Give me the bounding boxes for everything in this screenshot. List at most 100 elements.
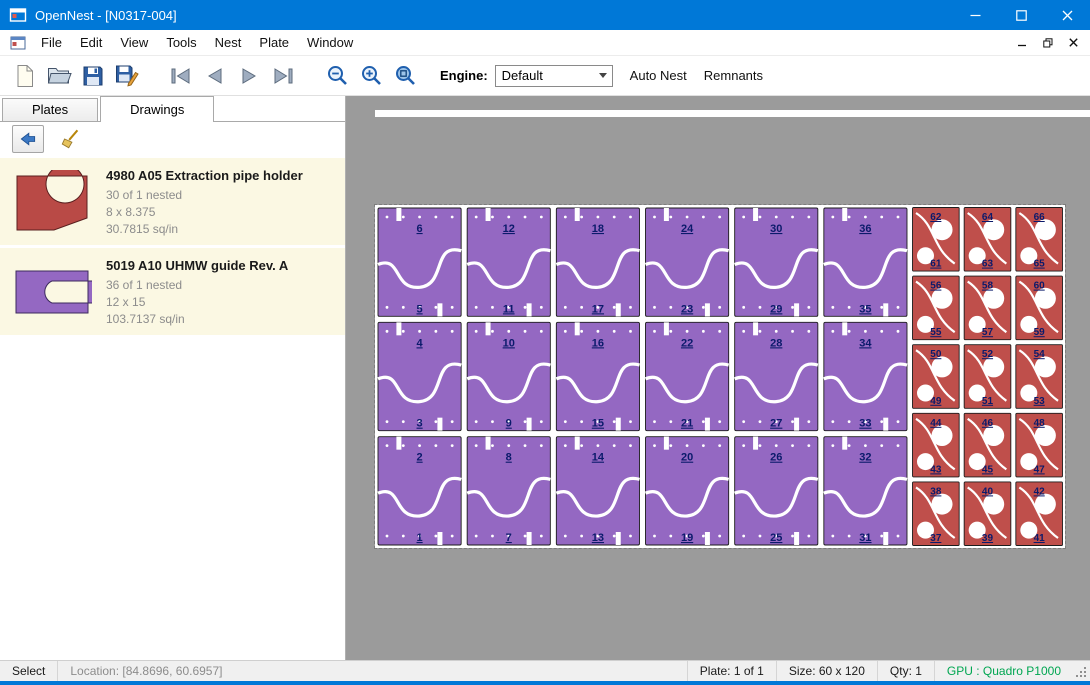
engine-select[interactable]: Default: [495, 65, 613, 87]
menu-item-plate[interactable]: Plate: [250, 35, 298, 50]
nested-guide-pair[interactable]: 2423: [646, 208, 729, 316]
nested-holder-pair[interactable]: 5655: [913, 276, 960, 340]
nested-holder-pair[interactable]: 6665: [1016, 208, 1063, 272]
floppy-pencil-icon: [115, 64, 139, 87]
nested-guide-pair[interactable]: 43: [378, 322, 461, 430]
send-to-nest-button[interactable]: [12, 125, 44, 153]
menu-item-view[interactable]: View: [111, 35, 157, 50]
nested-holder-pair[interactable]: 5857: [964, 276, 1011, 340]
part-number: 9: [506, 418, 512, 430]
drawing-item[interactable]: 5019 A10 UHMW guide Rev. A 36 of 1 neste…: [0, 248, 345, 335]
part-number: 38: [930, 486, 942, 497]
plate[interactable]: 6512111817242330293635431091615222128273…: [375, 205, 1065, 548]
nav-last-button[interactable]: [266, 60, 300, 92]
nested-guide-pair[interactable]: 2019: [646, 437, 729, 545]
nested-holder-pair[interactable]: 6463: [964, 208, 1011, 272]
nested-guide-pair[interactable]: 65: [378, 208, 461, 316]
part-number: 59: [1034, 327, 1046, 338]
nested-holder-pair[interactable]: 4039: [964, 482, 1011, 546]
minimize-button[interactable]: [952, 0, 998, 30]
nesting-canvas[interactable]: 6512111817242330293635431091615222128273…: [346, 96, 1090, 660]
close-button[interactable]: [1044, 0, 1090, 30]
status-plate: Plate: 1 of 1: [687, 661, 776, 681]
nested-holder-pair[interactable]: 4645: [964, 413, 1011, 477]
nested-guide-pair[interactable]: 1413: [556, 437, 639, 545]
nested-guide-pair[interactable]: 87: [467, 437, 550, 545]
nested-guide-pair[interactable]: 3635: [824, 208, 907, 316]
mdi-minimize-button[interactable]: [1018, 38, 1027, 47]
mdi-restore-icon: [1043, 38, 1053, 48]
clear-button[interactable]: [56, 126, 86, 152]
part-number: 58: [982, 281, 994, 292]
open-button[interactable]: [42, 60, 76, 92]
nested-holder-pair[interactable]: 60 59: [1016, 276, 1063, 340]
nav-first-button[interactable]: [164, 60, 198, 92]
menu-item-nest[interactable]: Nest: [206, 35, 251, 50]
part-number: 13: [592, 532, 604, 544]
drawing-title: 4980 A05 Extraction pipe holder: [106, 168, 303, 183]
drawing-list: 4980 A05 Extraction pipe holder 30 of 1 …: [0, 158, 345, 335]
nav-prev-button[interactable]: [198, 60, 232, 92]
part-number: 47: [1034, 464, 1046, 475]
maximize-button[interactable]: [998, 0, 1044, 30]
resize-grip[interactable]: [1075, 666, 1088, 679]
nested-holder-pair[interactable]: 6261: [913, 208, 960, 272]
nested-guide-pair[interactable]: 3433: [824, 322, 907, 430]
zoom-in-button[interactable]: [354, 60, 388, 92]
part-number: 8: [506, 452, 512, 464]
part-number: 35: [859, 303, 871, 315]
auto-nest-button[interactable]: Auto Nest: [630, 68, 687, 83]
nested-holder-pair[interactable]: 3837: [913, 482, 960, 546]
plate-svg[interactable]: 6512111817242330293635431091615222128273…: [375, 205, 1065, 548]
nested-holder-pair[interactable]: 5251: [964, 345, 1011, 409]
drawing-item[interactable]: 4980 A05 Extraction pipe holder 30 of 1 …: [0, 158, 345, 245]
part-number: 60: [1034, 281, 1046, 292]
part-number: 52: [982, 349, 994, 360]
part-number: 7: [506, 532, 512, 544]
save-as-button[interactable]: [110, 60, 144, 92]
part-number: 16: [592, 337, 604, 349]
menu-item-file[interactable]: File: [32, 35, 71, 50]
zoom-out-button[interactable]: [320, 60, 354, 92]
nested-holder-pair[interactable]: 5049: [913, 345, 960, 409]
tab-drawings[interactable]: Drawings: [100, 96, 214, 122]
nested-holder-pair[interactable]: 4847: [1016, 413, 1063, 477]
zoom-fit-button[interactable]: [388, 60, 422, 92]
nested-holder-pair[interactable]: 4443: [913, 413, 960, 477]
part-number: 1: [417, 532, 423, 544]
nested-guide-pair[interactable]: 3029: [735, 208, 818, 316]
part-number: 43: [930, 464, 942, 475]
first-arrow-icon: [169, 67, 193, 85]
nested-guide-pair[interactable]: 2827: [735, 322, 818, 430]
nested-holder-pair[interactable]: 4241: [1016, 482, 1063, 546]
part-number: 34: [859, 337, 872, 349]
nested-guide-pair[interactable]: 21: [378, 437, 461, 545]
drawing-nested-count: 30 of 1 nested: [106, 187, 303, 204]
nested-guide-pair[interactable]: 3231: [824, 437, 907, 545]
nested-guide-pair[interactable]: 1817: [556, 208, 639, 316]
nested-guide-pair[interactable]: 2625: [735, 437, 818, 545]
magnifier-minus-icon: [326, 64, 349, 87]
menubar: File Edit View Tools Nest Plate Window: [0, 30, 1090, 56]
part-number: 30: [770, 223, 782, 235]
nested-guide-pair[interactable]: 109: [467, 322, 550, 430]
blue-arrow-left-icon: [17, 129, 39, 149]
save-button[interactable]: [76, 60, 110, 92]
menu-item-edit[interactable]: Edit: [71, 35, 111, 50]
nested-holder-pair[interactable]: 5453: [1016, 345, 1063, 409]
nested-guide-pair[interactable]: 1211: [467, 208, 550, 316]
mdi-restore-button[interactable]: [1043, 38, 1053, 48]
nav-next-button[interactable]: [232, 60, 266, 92]
uhmw-guide-shape: [16, 271, 92, 313]
new-document-button[interactable]: [8, 60, 42, 92]
menu-item-window[interactable]: Window: [298, 35, 362, 50]
menu-item-tools[interactable]: Tools: [157, 35, 205, 50]
folder-open-icon: [47, 65, 72, 86]
tab-plates[interactable]: Plates: [2, 98, 98, 121]
mdi-close-button[interactable]: [1069, 38, 1078, 47]
remnants-button[interactable]: Remnants: [704, 68, 763, 83]
titlebar[interactable]: OpenNest - [N0317-004]: [0, 0, 1090, 30]
nested-guide-pair[interactable]: 1615: [556, 322, 639, 430]
drawing-size: 12 x 15: [106, 294, 288, 311]
nested-guide-pair[interactable]: 2221: [646, 322, 729, 430]
